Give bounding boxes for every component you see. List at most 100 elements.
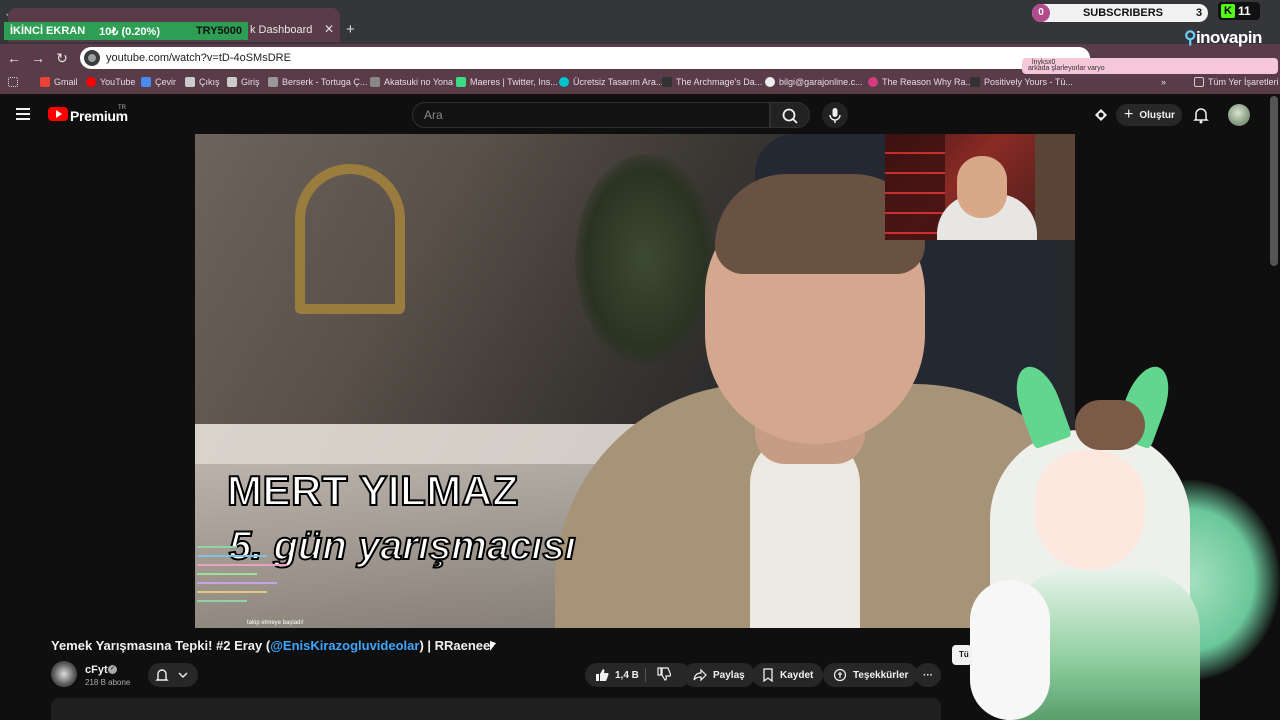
tab-title: k Dashboard: [250, 24, 313, 36]
video-title: Yemek Yarışmasına Tepki! #2 Eray (@EnisK…: [51, 638, 491, 653]
bookmark-positively[interactable]: Positively Yours - Tü...: [970, 77, 1073, 87]
all-bookmarks[interactable]: Tüm Yer İşaretleri: [1194, 77, 1279, 87]
like-divider: [645, 668, 646, 682]
bookmark-archmage[interactable]: The Archmage's Da...: [662, 77, 762, 87]
back-arrow-icon[interactable]: ←: [4, 48, 24, 68]
pin-icon: ⚲: [1184, 28, 1196, 47]
country-code: TR: [118, 105, 126, 111]
bookmark-youtube[interactable]: YouTube: [86, 77, 135, 87]
url-text[interactable]: youtube.com/watch?v=tD-4oSMsDRE: [106, 52, 291, 64]
youtube-icon: [86, 77, 96, 87]
book-icon: [970, 77, 980, 87]
save-button[interactable]: Kaydet: [752, 663, 824, 687]
site-info-icon[interactable]: [84, 50, 100, 66]
share-button[interactable]: Paylaş: [683, 663, 755, 687]
page-icon: [227, 77, 237, 87]
kick-logo-icon: K: [1221, 4, 1235, 18]
chat-toast-message: arkada şlarleyorlar varyo: [1028, 65, 1105, 72]
streamer-webcam: [885, 134, 1075, 240]
page-scrollbar[interactable]: [1270, 96, 1278, 266]
sponsor-logo: ⚲inovapin: [1184, 28, 1262, 47]
tab-close-icon[interactable]: ✕: [324, 22, 334, 36]
menu-icon[interactable]: [16, 108, 32, 120]
create-button[interactable]: + Oluştur: [1116, 104, 1182, 126]
subscription-notification-button[interactable]: [148, 663, 198, 687]
title-mention-link[interactable]: @EnisKirazogluvideolar: [270, 638, 419, 653]
apps-grid-icon[interactable]: [8, 77, 18, 87]
chat-toast: lnyksx0 arkada şlarleyorlar varyo: [1022, 58, 1278, 74]
translate-icon: [141, 77, 151, 87]
bookmark-translate[interactable]: Çevir: [141, 77, 176, 87]
more-actions-button[interactable]: ···: [915, 663, 941, 687]
channel-avatar[interactable]: [51, 661, 77, 687]
like-dislike-group: 1,4 B: [585, 663, 691, 687]
channel-name[interactable]: cFyt: [85, 664, 108, 676]
more-icon: ···: [923, 669, 933, 681]
search-placeholder: Ara: [424, 108, 443, 122]
forward-arrow-icon[interactable]: →: [28, 48, 48, 68]
search-input[interactable]: [412, 102, 770, 128]
bookmark-akatsuki[interactable]: Akatsuki no Yona: [370, 77, 453, 87]
follow-toast: takip etmeye başladı!: [247, 620, 304, 626]
thumbs-up-icon: [596, 669, 609, 681]
like-button[interactable]: 1,4 B: [595, 668, 639, 682]
subscribers-right-count: 3: [1195, 7, 1203, 19]
bookmark-reason[interactable]: The Reason Why Ra...: [868, 77, 973, 87]
screen-label: İKİNCİ EKRAN: [4, 25, 92, 37]
description-box[interactable]: [51, 698, 941, 720]
kick-viewers-badge: K 11: [1218, 2, 1260, 20]
search-icon: [782, 108, 798, 124]
canva-icon: [559, 77, 569, 87]
reload-icon[interactable]: ↻: [52, 48, 72, 68]
new-tab-icon[interactable]: +: [346, 21, 355, 38]
thanks-button[interactable]: Teşekkürler: [823, 663, 919, 687]
verified-check-icon: ✓: [108, 665, 117, 674]
account-avatar[interactable]: [1228, 104, 1250, 126]
kick-viewer-count: 11: [1238, 4, 1251, 18]
bookmark-maeres[interactable]: Maeres | Twitter, Ins...: [456, 77, 558, 87]
notifications-bell-icon[interactable]: [1192, 106, 1210, 124]
mouse-cursor: [490, 640, 496, 654]
stream-goal-banner: İKİNCİ EKRAN 10₺ (0.20%) TRY5000: [4, 22, 248, 40]
youtube-logo-icon[interactable]: [48, 107, 68, 121]
bookmark-garaj[interactable]: bilgi@garajonline.c...: [765, 77, 863, 87]
book-icon: [662, 77, 672, 87]
subscribers-left-count: 0: [1032, 4, 1050, 22]
microphone-icon: [829, 108, 841, 123]
ship-icon: [268, 77, 278, 87]
goal-progress: 10₺ (0.20%): [99, 25, 160, 38]
subscribers-widget: 0 SUBSCRIBERS 3: [1032, 4, 1208, 22]
video-caption-name: MERT YILMAZ: [226, 466, 519, 515]
thanks-icon: [833, 668, 847, 682]
share-icon: [693, 668, 707, 682]
like-count: 1,4 B: [615, 669, 639, 681]
page-icon: [868, 77, 878, 87]
search-button[interactable]: [770, 102, 810, 128]
voice-search-button[interactable]: [822, 102, 848, 128]
bookmarks-overflow-icon[interactable]: »: [1161, 77, 1166, 87]
bookmark-gmail[interactable]: Gmail: [40, 77, 78, 87]
bookmark-logout[interactable]: Çıkış: [185, 77, 220, 87]
bookmark-berserk[interactable]: Berserk - Tortuga Ç...: [268, 77, 367, 87]
scene-mirror: [295, 164, 405, 314]
partial-overlay-button[interactable]: Tü: [952, 645, 972, 665]
bookmark-design[interactable]: Ücretsiz Tasarım Ara...: [559, 77, 663, 87]
globe-icon: [765, 77, 775, 87]
star-icon: [370, 77, 380, 87]
dislike-button[interactable]: [657, 666, 672, 684]
goal-target: TRY5000: [195, 25, 242, 37]
subscriber-count: 218 B abone: [85, 678, 131, 687]
gmail-icon: [40, 77, 50, 87]
subscribers-label: SUBSCRIBERS: [1082, 7, 1164, 19]
stream-chat-overlay: [195, 542, 305, 626]
vtuber-model: [950, 360, 1280, 720]
thumbs-down-icon: [657, 666, 672, 681]
linktree-icon: [456, 77, 466, 87]
page-icon: [185, 77, 195, 87]
studio-icon[interactable]: [1092, 107, 1110, 123]
bookmark-login[interactable]: Giriş: [227, 77, 260, 87]
bookmark-icon: [763, 668, 773, 682]
folder-icon: [1194, 77, 1204, 87]
scene-shelf: [195, 424, 665, 464]
scene-plant: [575, 154, 715, 364]
